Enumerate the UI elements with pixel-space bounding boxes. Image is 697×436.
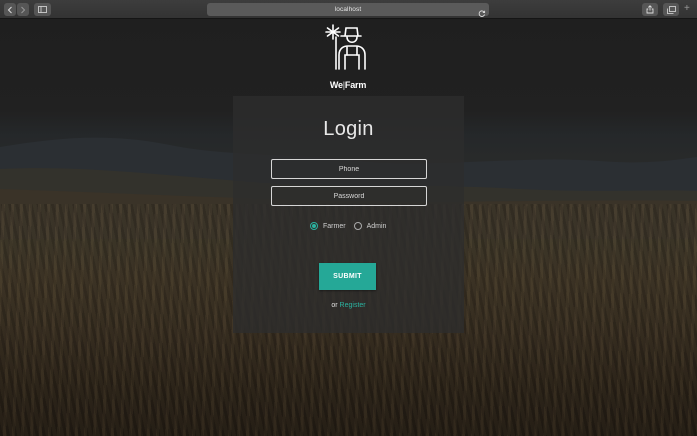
role-selector: Farmer Admin bbox=[310, 221, 394, 231]
tabs-icon bbox=[666, 5, 676, 14]
chevron-right-icon bbox=[21, 6, 26, 13]
brand-right: Farm bbox=[344, 80, 367, 90]
sidebar-icon bbox=[38, 6, 47, 13]
back-button[interactable] bbox=[4, 3, 16, 16]
sidebar-toggle-button[interactable] bbox=[34, 3, 51, 16]
new-tab-icon[interactable]: + bbox=[684, 4, 690, 14]
farmer-radio-label[interactable]: Farmer bbox=[323, 223, 346, 230]
brand-left: We bbox=[329, 80, 343, 90]
address-bar[interactable]: localhost bbox=[207, 3, 489, 17]
admin-radio[interactable] bbox=[353, 222, 362, 230]
admin-radio-label[interactable]: Admin bbox=[367, 223, 387, 230]
phone-input[interactable] bbox=[271, 159, 427, 179]
register-link[interactable]: Register bbox=[340, 302, 366, 309]
farmer-logo-icon bbox=[325, 24, 366, 70]
share-icon bbox=[646, 5, 654, 14]
url-text: localhost bbox=[334, 6, 362, 13]
register-prefix: or bbox=[331, 302, 338, 309]
browser-toolbar: localhost + bbox=[0, 0, 697, 19]
farmer-radio[interactable] bbox=[310, 222, 318, 230]
chevron-left-icon bbox=[7, 6, 12, 13]
brand-name: We|Farm bbox=[323, 80, 373, 90]
password-input[interactable] bbox=[271, 186, 427, 206]
submit-button[interactable]: SUBMIT bbox=[319, 263, 376, 290]
register-line: or Register bbox=[0, 302, 697, 309]
forward-button[interactable] bbox=[17, 3, 29, 16]
tabs-button[interactable] bbox=[663, 3, 679, 16]
share-button[interactable] bbox=[642, 3, 658, 16]
login-title: Login bbox=[323, 118, 374, 140]
